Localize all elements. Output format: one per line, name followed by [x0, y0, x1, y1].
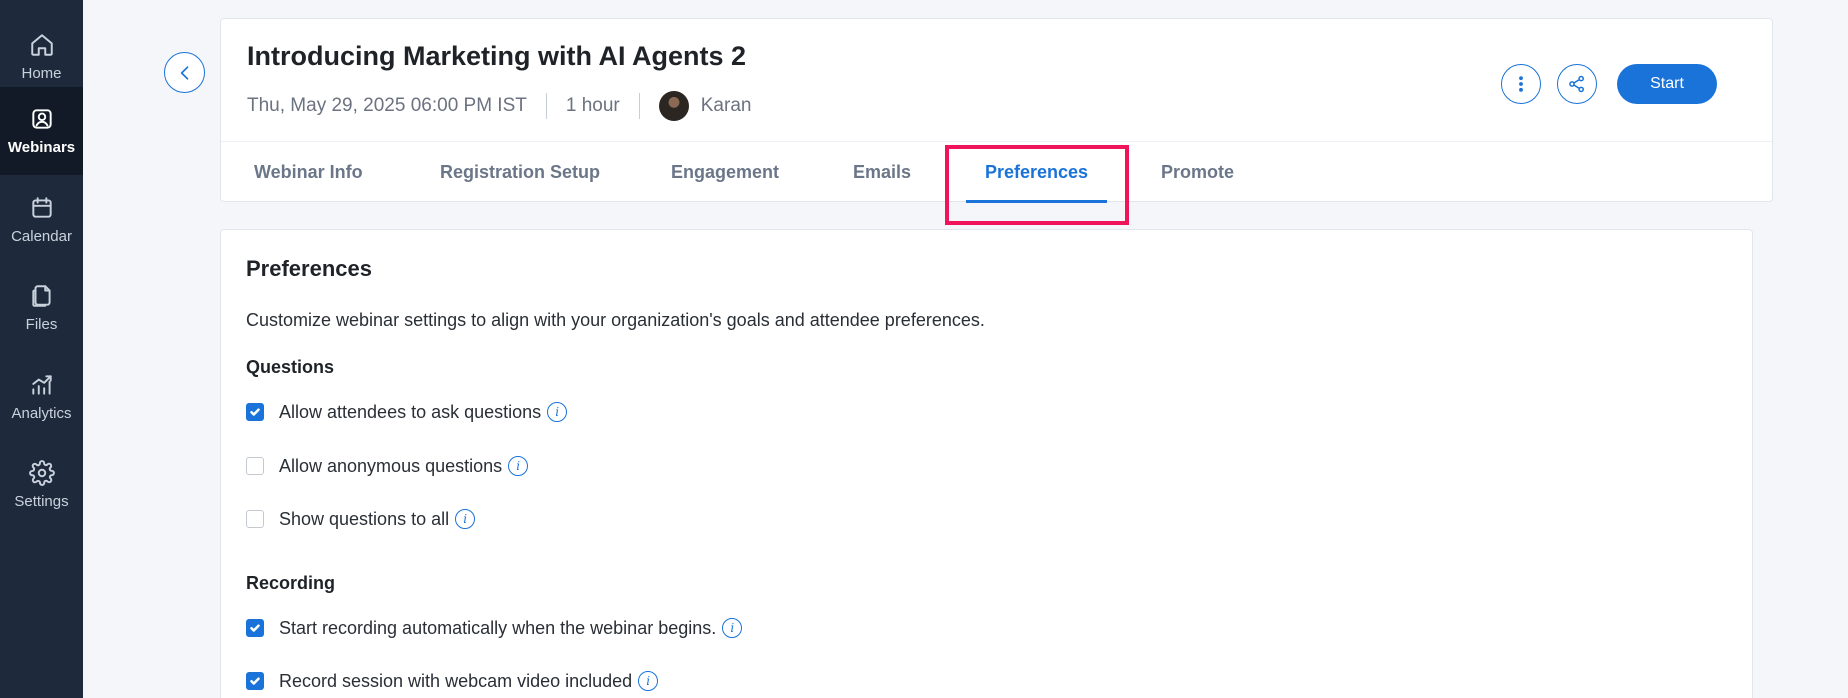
tab-engagement[interactable]: Engagement — [671, 141, 779, 203]
sidebar-item-webinars[interactable]: Webinars — [0, 87, 83, 175]
info-icon[interactable]: i — [508, 456, 529, 476]
check-icon — [250, 677, 260, 685]
webinar-icon — [31, 109, 52, 129]
sidebar-item-label: Calendar — [11, 228, 72, 245]
anonymous-questions-option[interactable]: Allow anonymous questions i — [246, 454, 529, 478]
meta-divider — [545, 93, 547, 119]
avatar — [658, 91, 689, 121]
meta-divider — [638, 93, 640, 119]
sidebar-item-label: Webinars — [7, 139, 76, 156]
option-label: Allow anonymous questions — [279, 455, 503, 476]
questions-label: Questions — [246, 357, 335, 377]
webinar-meta: Thu, May 29, 2025 06:00 PM IST 1 hour Ka… — [247, 91, 751, 121]
analytics-icon — [31, 375, 52, 395]
more-options-button[interactable] — [1501, 64, 1541, 104]
webcam-record-option[interactable]: Record session with webcam video include… — [246, 669, 659, 693]
sidebar-item-label: Settings — [14, 493, 69, 510]
sidebar-item-analytics[interactable]: Analytics — [0, 353, 83, 441]
sidebar-item-files[interactable]: Files — [0, 264, 83, 352]
page-title: Introducing Marketing with AI Agents 2 — [247, 41, 747, 71]
webinar-duration: 1 hour — [565, 95, 620, 116]
show-questions-checkbox[interactable] — [246, 510, 264, 528]
check-icon — [250, 408, 260, 416]
host-name: Karan — [700, 95, 752, 116]
info-icon[interactable]: i — [455, 509, 476, 529]
auto-record-option[interactable]: Start recording automatically when the w… — [246, 616, 743, 640]
allow-questions-checkbox[interactable] — [246, 403, 264, 421]
more-vertical-icon — [1519, 76, 1523, 92]
info-icon[interactable]: i — [638, 671, 659, 691]
calendar-icon — [31, 197, 52, 218]
webinar-datetime: Thu, May 29, 2025 06:00 PM IST — [247, 95, 527, 116]
gear-icon — [28, 460, 55, 486]
tab-preferences[interactable]: Preferences — [965, 141, 1108, 203]
start-button[interactable]: Start — [1617, 64, 1717, 104]
option-label: Start recording automatically when the w… — [279, 617, 717, 638]
section-description: Customize webinar settings to align with… — [246, 310, 985, 330]
option-label: Allow attendees to ask questions — [279, 401, 542, 422]
option-label: Show questions to all — [279, 508, 450, 529]
tab-promote[interactable]: Promote — [1161, 141, 1234, 203]
share-button[interactable] — [1557, 64, 1597, 104]
anonymous-questions-checkbox[interactable] — [246, 457, 264, 475]
tab-webinar-info[interactable]: Webinar Info — [254, 141, 363, 203]
sidebar-item-label: Home — [21, 65, 62, 82]
sidebar-item-label: Files — [25, 316, 58, 333]
files-icon — [31, 285, 51, 307]
chevron-left-icon — [180, 65, 188, 80]
section-title: Preferences — [246, 256, 372, 281]
option-label: Record session with webcam video include… — [279, 670, 633, 691]
recording-label: Recording — [246, 573, 336, 593]
auto-record-checkbox[interactable] — [246, 619, 264, 637]
sidebar-item-settings[interactable]: Settings — [0, 441, 83, 529]
home-icon — [30, 34, 53, 56]
sidebar-item-label: Analytics — [11, 405, 72, 422]
preferences-panel: Preferences Customize webinar settings t… — [220, 229, 1753, 698]
allow-questions-option[interactable]: Allow attendees to ask questions i — [246, 400, 568, 424]
tab-emails[interactable]: Emails — [853, 141, 911, 203]
back-button[interactable] — [164, 52, 205, 93]
info-icon[interactable]: i — [547, 402, 568, 422]
info-icon[interactable]: i — [722, 618, 743, 638]
share-icon — [1569, 75, 1584, 93]
sidebar-item-calendar[interactable]: Calendar — [0, 176, 83, 264]
webcam-record-checkbox[interactable] — [246, 672, 264, 690]
show-questions-option[interactable]: Show questions to all i — [246, 507, 476, 531]
webinar-header: Introducing Marketing with AI Agents 2 T… — [220, 18, 1773, 203]
sidebar: Home Webinars Calendar Files Analytics S… — [0, 0, 83, 698]
check-icon — [250, 624, 260, 632]
tab-registration-setup[interactable]: Registration Setup — [440, 141, 600, 203]
